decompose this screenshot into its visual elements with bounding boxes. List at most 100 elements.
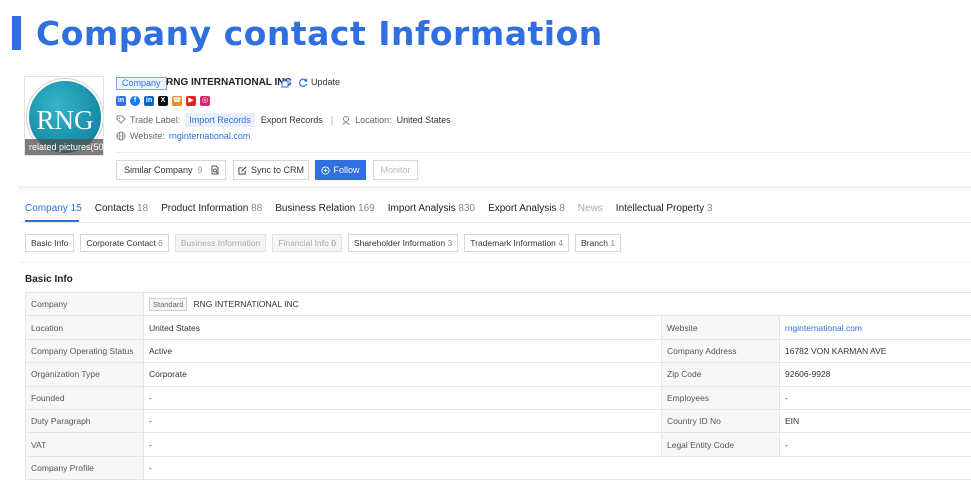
- field-label: Location: [25, 315, 144, 340]
- website-value-link[interactable]: rnginternational.com: [778, 315, 971, 340]
- subtab-basic-info[interactable]: Basic Info: [25, 234, 75, 252]
- follow-label: Follow: [333, 165, 360, 175]
- tab-export-analysis[interactable]: Export Analysis 8: [488, 203, 565, 214]
- similar-company-label: Similar Company: [124, 165, 193, 175]
- table-row: Organization Type Corporate Zip Code 926…: [25, 362, 971, 387]
- table-row: Duty Paragraph - Country ID No EIN: [25, 408, 971, 434]
- subtab-label: Corporate Contact: [86, 238, 156, 248]
- subtab-financial-info[interactable]: Financial Info 0: [272, 234, 342, 252]
- website-link[interactable]: rnginternational.com: [169, 131, 251, 141]
- field-label: Founded: [25, 385, 144, 410]
- field-value: -: [143, 408, 662, 434]
- copy-icon[interactable]: [281, 78, 291, 88]
- field-value: -: [142, 455, 971, 481]
- table-row: Founded - Employees -: [25, 385, 971, 410]
- field-value: -: [778, 385, 971, 410]
- tab-business-relation[interactable]: Business Relation 169: [275, 203, 375, 214]
- location-label: Location:: [355, 115, 392, 125]
- table-row: Location United States Website rngintern…: [25, 315, 971, 340]
- subtab-branch[interactable]: Branch 1: [575, 234, 622, 252]
- company-logo[interactable]: RNG related pictures(50): [24, 76, 104, 156]
- main-tabs: Company 15 Contacts 18 Product Informati…: [25, 203, 726, 214]
- basic-info-title: Basic Info: [25, 274, 73, 285]
- subtab-label: Branch: [581, 238, 608, 248]
- tag-icon: [116, 115, 126, 124]
- separator: |: [330, 115, 334, 125]
- subtab-count: 1: [610, 238, 616, 248]
- subtab-trademark-information[interactable]: Trademark Information 4: [464, 234, 570, 252]
- tabs-divider: [18, 222, 971, 223]
- logo-text: RNG: [36, 105, 94, 135]
- update-label: Update: [311, 77, 341, 87]
- instagram-icon[interactable]: ◎: [200, 96, 210, 106]
- tab-count: 15: [70, 203, 82, 214]
- x-icon[interactable]: X: [158, 96, 168, 106]
- field-label: Company Profile: [25, 455, 144, 481]
- tab-company[interactable]: Company 15: [25, 203, 82, 214]
- trade-label: Trade Label:: [130, 115, 181, 125]
- table-row: Company Operating Status Active Company …: [25, 338, 971, 364]
- subtab-business-information[interactable]: Business Information: [174, 234, 267, 252]
- field-label: Country ID No: [661, 408, 780, 434]
- phone-icon[interactable]: ☎: [172, 96, 182, 106]
- header-divider: [116, 152, 971, 153]
- company-value: RNG INTERNATIONAL INC: [193, 298, 299, 309]
- linkedin-icon[interactable]: in: [144, 96, 154, 106]
- tab-label: News: [577, 203, 603, 214]
- tab-news[interactable]: News: [578, 203, 603, 214]
- follow-button[interactable]: Follow: [315, 160, 366, 180]
- website-label: Website:: [130, 131, 165, 141]
- sync-to-crm-button[interactable]: Sync to CRM: [233, 160, 309, 180]
- tab-count: 88: [251, 203, 263, 214]
- sub-tabs: Basic Info Corporate Contact 6 Business …: [25, 234, 622, 252]
- field-value: -: [143, 432, 662, 457]
- header-shadow: [18, 186, 971, 192]
- tab-contacts[interactable]: Contacts 18: [95, 203, 148, 214]
- document-search-icon: [211, 165, 219, 175]
- tab-label: Company: [25, 203, 68, 214]
- heading-accent-bar: [12, 16, 21, 50]
- related-pictures-label[interactable]: related pictures(50): [25, 139, 103, 155]
- field-label: Zip Code: [661, 362, 780, 387]
- social-links: in f in X ☎ ▶ ◎: [116, 96, 210, 106]
- import-records-tag[interactable]: Import Records: [185, 113, 255, 127]
- tab-intellectual-property[interactable]: Intellectual Property 3: [616, 203, 713, 214]
- monitor-button[interactable]: Monitor: [373, 160, 418, 180]
- tab-label: Import Analysis: [387, 203, 456, 214]
- tab-product-information[interactable]: Product Information 88: [161, 203, 262, 214]
- field-label: Website: [661, 315, 780, 340]
- company-type-badge: Company: [116, 77, 167, 90]
- tab-label: Intellectual Property: [615, 203, 705, 214]
- tab-label: Export Analysis: [488, 203, 557, 214]
- tab-count: 3: [706, 203, 713, 214]
- subtab-count: 0: [331, 238, 336, 248]
- linkedin-square-icon[interactable]: in: [116, 96, 126, 106]
- tab-label: Contacts: [94, 203, 135, 214]
- tab-import-analysis[interactable]: Import Analysis 830: [388, 203, 475, 214]
- tab-count: 169: [358, 203, 375, 214]
- field-label: Legal Entity Code: [661, 432, 780, 457]
- subtab-corporate-contact[interactable]: Corporate Contact 6: [80, 234, 169, 252]
- tab-label: Business Relation: [275, 203, 356, 214]
- company-name: RNG INTERNATIONAL INC: [166, 77, 292, 88]
- update-button[interactable]: Update: [299, 77, 340, 87]
- tab-label: Product Information: [161, 203, 249, 214]
- subtab-shareholder-information[interactable]: Shareholder Information 3: [347, 234, 459, 252]
- basic-info-table: Company Standard RNG INTERNATIONAL INC Lo…: [25, 291, 971, 481]
- similar-company-count: 9: [197, 165, 203, 175]
- website-row: Website: rnginternational.com: [116, 131, 250, 141]
- tab-count: 18: [136, 203, 149, 214]
- field-value: EIN: [778, 408, 971, 434]
- page-heading: Company contact Information: [12, 14, 603, 53]
- similar-company-button[interactable]: Similar Company 9: [116, 160, 226, 180]
- field-value: -: [778, 432, 971, 457]
- tab-count: 8: [559, 203, 565, 214]
- facebook-icon[interactable]: f: [130, 96, 140, 106]
- subtab-label: Basic Info: [31, 238, 69, 248]
- field-label: Employees: [661, 385, 780, 410]
- company-value-cell: Standard RNG INTERNATIONAL INC: [142, 291, 971, 317]
- field-label: Company: [25, 291, 144, 317]
- youtube-icon[interactable]: ▶: [186, 96, 196, 106]
- subtab-label: Shareholder Information: [353, 238, 446, 248]
- export-records-tag[interactable]: Export Records: [261, 115, 323, 125]
